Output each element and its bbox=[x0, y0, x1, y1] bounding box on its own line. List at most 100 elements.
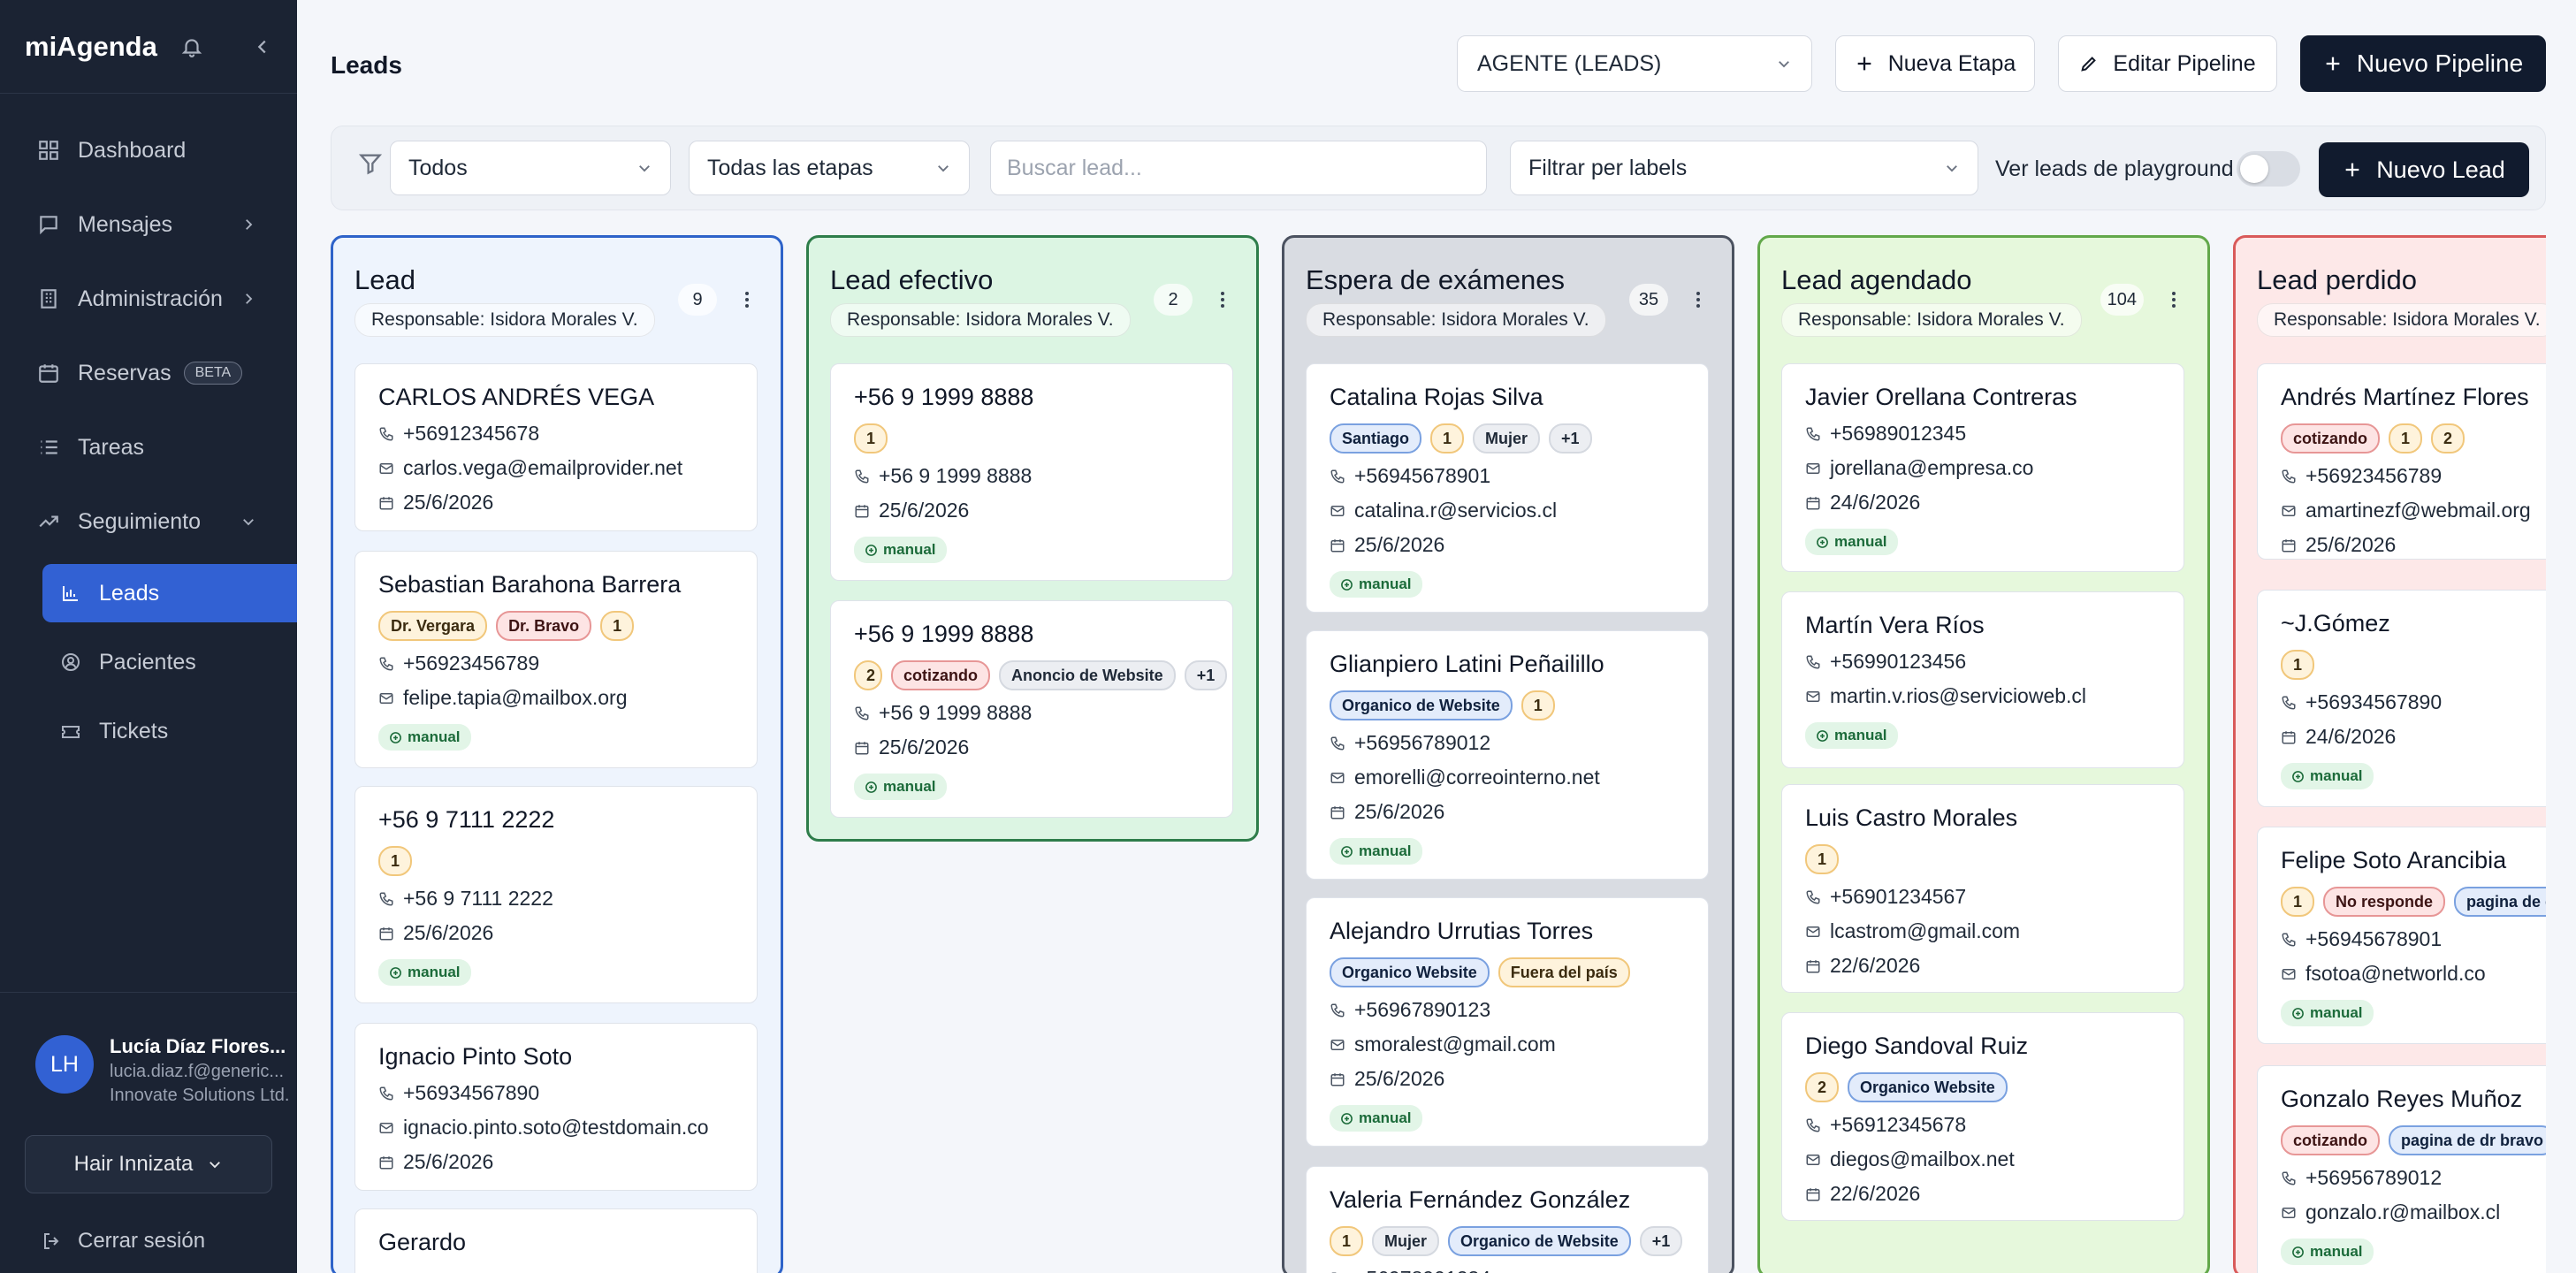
nav-dashboard-label: Dashboard bbox=[78, 137, 187, 163]
lead-card[interactable]: Luis Castro Morales 1 +56901234567 lcastrom… bbox=[1781, 784, 2184, 993]
lead-search-input[interactable] bbox=[990, 141, 1487, 195]
lead-tag[interactable]: Dr. Vergara bbox=[378, 611, 488, 641]
lead-tag[interactable]: Mujer bbox=[1372, 1226, 1440, 1256]
more-vertical-icon[interactable] bbox=[1688, 289, 1709, 310]
new-stage-button[interactable]: Nueva Etapa bbox=[1835, 35, 2035, 92]
chevron-down-icon bbox=[243, 519, 254, 526]
lead-card[interactable]: Catalina Rojas Silva Santiago 1 Mujer +1 +569… bbox=[1306, 363, 1709, 613]
lead-card[interactable]: Andrés Martínez Flores cotizando 1 2 +569234… bbox=[2257, 363, 2546, 560]
logout-button[interactable]: Cerrar sesión bbox=[41, 1229, 205, 1254]
lead-tag[interactable]: Anoncio de Website bbox=[999, 660, 1176, 690]
column-responsible: Responsable: Isidora Morales V. bbox=[830, 303, 1131, 337]
lead-card[interactable]: Gerardo bbox=[354, 1208, 758, 1273]
more-vertical-icon[interactable] bbox=[1212, 289, 1233, 310]
lead-tag[interactable]: 1 bbox=[1805, 844, 1840, 874]
lead-date: 25/6/2026 bbox=[854, 499, 1209, 522]
lead-card[interactable]: Alejandro Urrutias Torres Organico Websit… bbox=[1306, 897, 1709, 1147]
status-filter[interactable]: Todos bbox=[390, 141, 671, 195]
lead-tag[interactable]: 2 bbox=[854, 660, 882, 690]
nav-leads[interactable]: Leads bbox=[42, 564, 297, 622]
lead-tag[interactable]: 1 bbox=[1430, 423, 1465, 454]
mail-icon bbox=[1330, 772, 1345, 783]
label-filter[interactable]: Filtrar per labels bbox=[1510, 141, 1978, 195]
lead-tag[interactable]: Organico de Website bbox=[1330, 690, 1513, 720]
nav-tickets[interactable]: Tickets bbox=[42, 697, 297, 766]
stage-filter[interactable]: Todas las etapas bbox=[689, 141, 970, 195]
lead-tag[interactable]: Mujer bbox=[1473, 423, 1541, 454]
lead-phone-value: +56956789012 bbox=[2305, 1166, 2443, 1189]
nav-administracion[interactable]: Administración bbox=[0, 262, 297, 336]
lead-card[interactable]: Martín Vera Ríos +56990123456 martin.v.rio… bbox=[1781, 591, 2184, 768]
pipeline-select[interactable]: AGENTE (LEADS) bbox=[1457, 35, 1812, 92]
lead-card[interactable]: Felipe Soto Arancibia 1 No responde pagina … bbox=[2257, 827, 2546, 1044]
lead-card[interactable]: Gonzalo Reyes Muñoz cotizando pagina de dr… bbox=[2257, 1065, 2546, 1273]
phone-icon bbox=[379, 427, 393, 441]
lead-card[interactable]: Sebastian Barahona Barrera Dr. Vergara Dr.… bbox=[354, 551, 758, 768]
bell-icon[interactable] bbox=[180, 35, 203, 58]
lead-tag[interactable]: cotizando bbox=[2281, 423, 2380, 454]
lead-tag[interactable]: 1 bbox=[1330, 1226, 1364, 1256]
playground-toggle[interactable] bbox=[2237, 151, 2300, 187]
edit-pipeline-button[interactable]: Editar Pipeline bbox=[2058, 35, 2277, 92]
lead-tag[interactable]: 2 bbox=[2431, 423, 2465, 454]
lead-email: jorellana@empresa.co bbox=[1805, 456, 2161, 480]
lead-tag[interactable]: cotizando bbox=[2281, 1125, 2380, 1155]
lead-tag[interactable]: pagina de dr bravo bbox=[2389, 1125, 2546, 1155]
nav-seguimiento[interactable]: Seguimiento bbox=[0, 484, 297, 559]
lead-tag[interactable]: cotizando bbox=[891, 660, 990, 690]
lead-name: Luis Castro Morales bbox=[1805, 804, 2018, 831]
status-filter-value: Todos bbox=[408, 155, 468, 180]
lead-tag[interactable]: No responde bbox=[2323, 887, 2446, 917]
new-lead-button[interactable]: Nuevo Lead bbox=[2319, 142, 2529, 197]
lead-card[interactable]: Diego Sandoval Ruiz 2 Organico Website +569… bbox=[1781, 1012, 2184, 1221]
lead-email: martin.v.rios@servicioweb.cl bbox=[1805, 684, 2161, 708]
lead-tag[interactable]: 1 bbox=[378, 846, 413, 876]
sidebar: miAgenda Dashboard Mensajes Administraci… bbox=[0, 0, 297, 1273]
lead-phone-value: +56934567890 bbox=[2305, 690, 2443, 713]
lead-card[interactable]: +56 9 1999 8888 1 +56 9 1999 8888 25/6/2026… bbox=[830, 363, 1233, 581]
lead-tag[interactable]: Dr. Bravo bbox=[496, 611, 592, 641]
lead-tag[interactable]: Organico Website bbox=[1330, 957, 1490, 987]
lead-card[interactable]: CARLOS ANDRÉS VEGA +56912345678 carlos.veg… bbox=[354, 363, 758, 531]
new-pipeline-button[interactable]: Nuevo Pipeline bbox=[2300, 35, 2546, 92]
more-vertical-icon[interactable] bbox=[2163, 289, 2184, 310]
lead-card[interactable]: +56 9 1999 8888 2 cotizando Anoncio de Webs… bbox=[830, 600, 1233, 818]
more-vertical-icon[interactable] bbox=[736, 289, 758, 310]
lead-card[interactable]: +56 9 7111 2222 1 +56 9 7111 2222 25/6/2026… bbox=[354, 786, 758, 1003]
nav-dashboard[interactable]: Dashboard bbox=[0, 113, 297, 187]
lead-date-value: 25/6/2026 bbox=[2305, 533, 2397, 556]
lead-tag[interactable]: +1 bbox=[1639, 1226, 1683, 1256]
workspace-select[interactable]: Hair Innizata bbox=[25, 1135, 272, 1193]
lead-date: 25/6/2026 bbox=[1330, 800, 1685, 824]
lead-card[interactable]: Glianpiero Latini Peñailillo Organico de … bbox=[1306, 630, 1709, 880]
lead-tag[interactable]: 1 bbox=[2389, 423, 2423, 454]
lead-card[interactable]: Valeria Fernández González 1 Mujer Organico… bbox=[1306, 1166, 1709, 1273]
lead-tag[interactable]: +1 bbox=[1549, 423, 1592, 454]
grid-icon bbox=[39, 141, 58, 160]
nav-reservas[interactable]: Reservas BETA bbox=[0, 336, 297, 410]
user-profile[interactable]: LH Lucía Díaz Flores... lucia.diaz.f@gen… bbox=[0, 992, 297, 1106]
lead-tag[interactable]: 1 bbox=[1520, 690, 1555, 720]
lead-tag[interactable]: 1 bbox=[2281, 887, 2315, 917]
lead-tag[interactable]: Santiago bbox=[1330, 423, 1422, 454]
chevron-left-icon[interactable] bbox=[253, 37, 272, 57]
lead-tag[interactable]: 1 bbox=[2281, 650, 2315, 680]
lead-tag[interactable]: 1 bbox=[854, 423, 888, 454]
lead-card[interactable]: ~J.Gómez 1 +56934567890 24/6/2026 manual bbox=[2257, 590, 2546, 807]
lead-date: 24/6/2026 bbox=[2281, 725, 2546, 749]
lead-tag[interactable]: Organico Website bbox=[1848, 1072, 2008, 1102]
lead-tag[interactable]: 2 bbox=[1805, 1072, 1840, 1102]
lead-tag[interactable]: Organico de Website bbox=[1448, 1226, 1631, 1256]
lead-email-value: fsotoa@networld.co bbox=[2305, 962, 2486, 985]
lead-tag[interactable]: 1 bbox=[600, 611, 635, 641]
nav-mensajes[interactable]: Mensajes bbox=[0, 187, 297, 262]
lead-tag[interactable]: Fuera del país bbox=[1498, 957, 1630, 987]
nav-tickets-label: Tickets bbox=[99, 718, 169, 743]
lead-card[interactable]: Javier Orellana Contreras +56989012345 jor… bbox=[1781, 363, 2184, 572]
nav-tareas[interactable]: Tareas bbox=[0, 410, 297, 484]
lead-tag[interactable]: +1 bbox=[1184, 660, 1228, 690]
lead-tag[interactable]: pagina de dr bbox=[2454, 887, 2546, 917]
app-logo[interactable]: miAgenda bbox=[25, 31, 157, 63]
nav-pacientes[interactable]: Pacientes bbox=[42, 628, 297, 697]
lead-card[interactable]: Ignacio Pinto Soto +56934567890 ignacio.pi… bbox=[354, 1023, 758, 1191]
